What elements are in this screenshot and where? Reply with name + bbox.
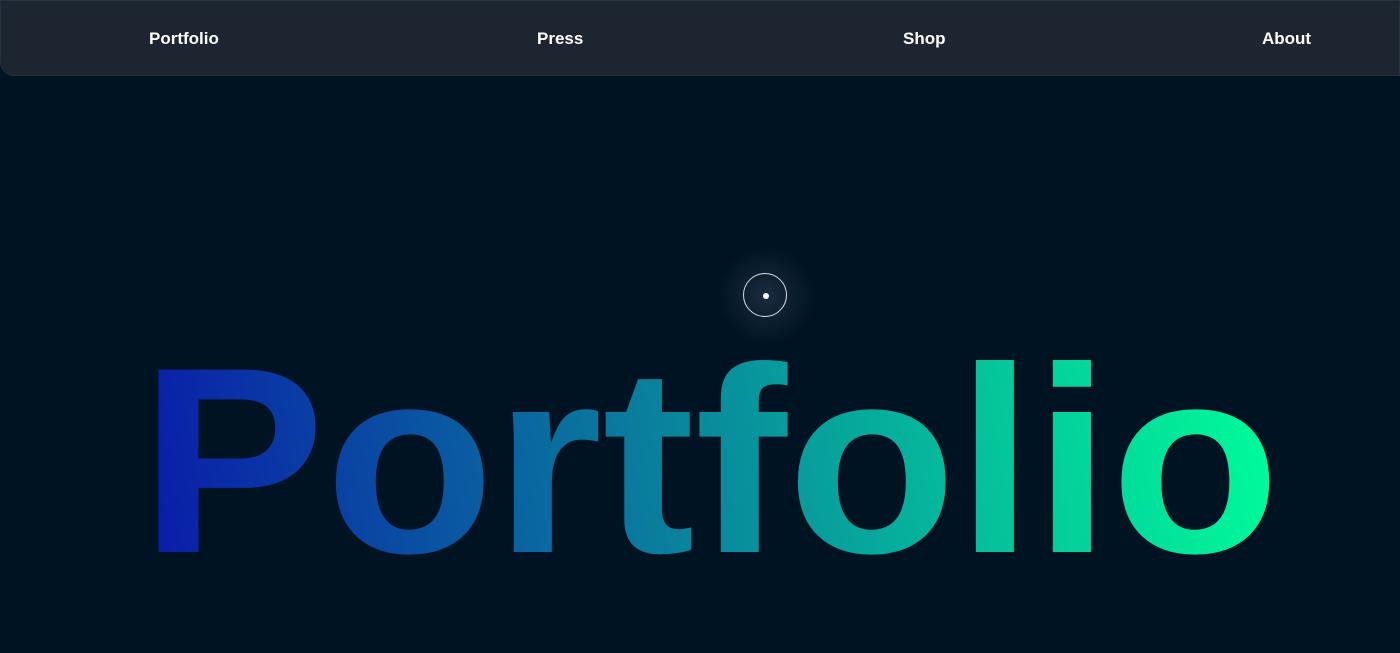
nav-link-about[interactable]: About [1262,29,1311,49]
hero-title-text: Portfolio [140,356,1280,596]
hero-title: Portfolio [140,356,1280,596]
nav-link-shop[interactable]: Shop [903,29,946,49]
nav-link-press[interactable]: Press [537,29,583,49]
hero-section: Portfolio [0,76,1400,653]
top-navigation-bar: Portfolio Press Shop About [0,0,1400,76]
nav-link-portfolio[interactable]: Portfolio [149,29,219,49]
